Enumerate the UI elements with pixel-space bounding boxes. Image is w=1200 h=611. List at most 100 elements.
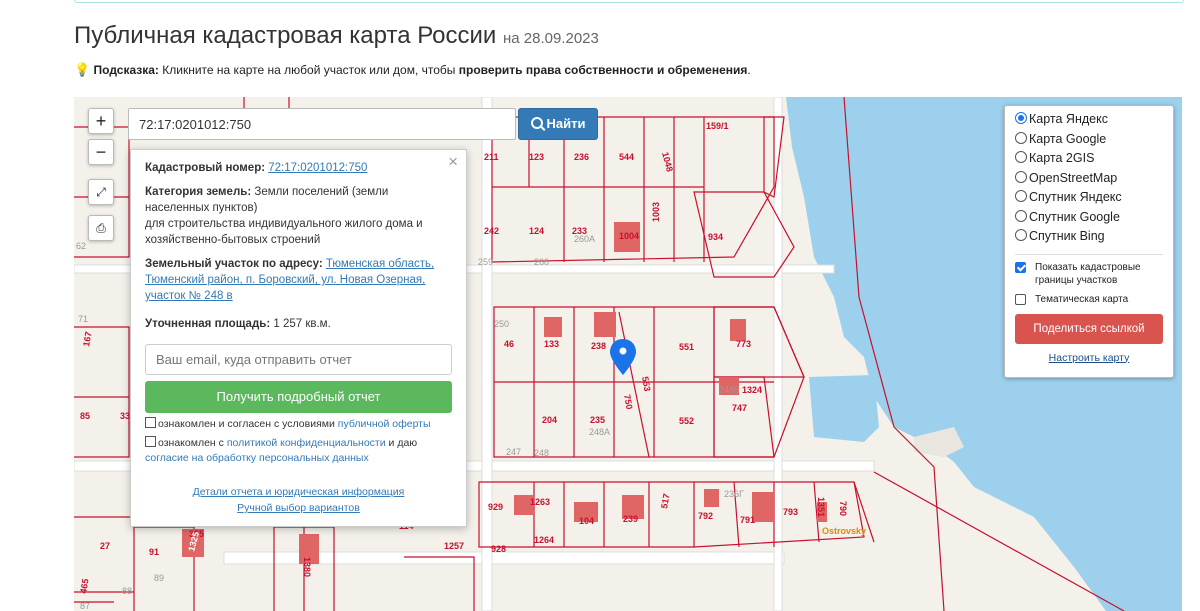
map-label: 242 bbox=[484, 226, 499, 236]
marker-dot bbox=[619, 347, 627, 355]
map-label: 544 bbox=[619, 152, 634, 162]
print-icon[interactable]: ⎙ bbox=[88, 215, 114, 241]
layer-option-google-satellite[interactable]: Спутник Google bbox=[1015, 209, 1163, 230]
map-label: 1257 bbox=[444, 541, 464, 551]
map-label: 62 bbox=[76, 241, 86, 251]
map-label: 248 bbox=[534, 448, 549, 458]
map-label: 239 bbox=[623, 514, 638, 524]
thematic-map-toggle[interactable]: Тематическая карта bbox=[1015, 293, 1163, 306]
manual-selection-link[interactable]: Ручной выбор вариантов bbox=[131, 500, 466, 516]
cadastral-label: Кадастровый номер: bbox=[145, 162, 266, 174]
water-bay bbox=[809, 375, 879, 442]
show-borders-toggle[interactable]: Показать кадастровые границы участков bbox=[1015, 261, 1163, 287]
configure-map-link[interactable]: Настроить карту bbox=[1015, 352, 1163, 364]
layer-label: Спутник Яндекс bbox=[1029, 190, 1122, 204]
fullscreen-icon[interactable]: ⤢ bbox=[88, 179, 114, 205]
get-report-button[interactable]: Получить подробный отчет bbox=[145, 381, 452, 413]
offer-agreement-checkbox-row: ознакомлен и согласен с условиями публич… bbox=[145, 417, 452, 432]
radio-icon[interactable] bbox=[1015, 209, 1027, 222]
layers-divider bbox=[1015, 253, 1163, 255]
radio-icon[interactable] bbox=[1015, 151, 1027, 163]
map-label: 248A bbox=[589, 427, 610, 437]
map-label: 773 bbox=[736, 339, 751, 349]
public-offer-link[interactable]: публичной оферты bbox=[338, 418, 431, 430]
radio-icon[interactable] bbox=[1015, 112, 1027, 124]
map-label: 27 bbox=[100, 541, 110, 551]
map-label: 250 bbox=[494, 319, 509, 329]
land-purpose: для строительства индивидуального жилого… bbox=[145, 218, 423, 246]
layer-label: Спутник Google bbox=[1029, 209, 1120, 224]
map-label: 204 bbox=[542, 415, 557, 425]
map-label: 159/1 bbox=[706, 121, 729, 131]
checkbox-checked-icon[interactable] bbox=[1015, 261, 1026, 273]
layer-option-osm[interactable]: OpenStreetMap bbox=[1015, 170, 1163, 191]
parcel-outline bbox=[713, 306, 805, 378]
personal-data-consent-link[interactable]: согласие на обработку персональных данны… bbox=[145, 452, 369, 464]
report-details-link[interactable]: Детали отчета и юридическая информация bbox=[131, 484, 466, 500]
map-label: 235 bbox=[590, 415, 605, 425]
map-label: 247 bbox=[506, 447, 521, 457]
privacy-policy-link[interactable]: политикой конфиденциальности bbox=[227, 437, 386, 449]
map-label: 211 bbox=[484, 152, 499, 162]
map-label: 928 bbox=[491, 544, 506, 554]
radio-icon[interactable] bbox=[1015, 170, 1027, 183]
area-value: 1 257 кв.м. bbox=[273, 318, 331, 330]
map-label: 259 bbox=[478, 257, 493, 267]
map-label: 260A bbox=[574, 234, 595, 244]
show-borders-label: Показать кадастровые границы участков bbox=[1035, 261, 1141, 286]
radio-icon[interactable] bbox=[1015, 229, 1027, 241]
cadastral-search-input[interactable] bbox=[128, 108, 516, 140]
map-layers-panel: Карта Яндекс Карта Google Карта 2GIS Ope… bbox=[1004, 105, 1174, 378]
layer-option-yandex-map[interactable]: Карта Яндекс bbox=[1015, 112, 1163, 132]
agree1-text: ознакомлен и согласен с условиями bbox=[158, 418, 335, 430]
building bbox=[544, 317, 562, 337]
email-field[interactable] bbox=[145, 344, 452, 375]
category-label: Категория земель: bbox=[145, 186, 252, 198]
agree2-mid: и даю bbox=[388, 437, 418, 449]
privacy-agreement-checkbox-row: ознакомлен с политикой конфиденциальност… bbox=[145, 436, 452, 466]
search-icon bbox=[530, 117, 543, 129]
privacy-checkbox[interactable] bbox=[145, 436, 156, 447]
page-date: на 28.09.2023 bbox=[503, 30, 599, 47]
map-label: 1324 bbox=[742, 385, 762, 395]
building bbox=[730, 319, 746, 341]
map-label: 87 bbox=[80, 601, 90, 611]
map-label: 793 bbox=[783, 507, 798, 517]
checkbox-icon[interactable] bbox=[1015, 293, 1026, 305]
land-category-row: Категория земель: Земли поселений (земли… bbox=[145, 184, 452, 248]
hint-line: 💡 Подсказка: Кликните на карте на любой … bbox=[74, 62, 751, 78]
map-label: 89 bbox=[154, 573, 164, 583]
lightbulb-icon: 💡 bbox=[74, 62, 91, 77]
layer-option-bing-satellite[interactable]: Спутник Bing bbox=[1015, 229, 1163, 249]
map-label: 46 bbox=[504, 339, 514, 349]
layer-label: Карта Яндекс bbox=[1029, 112, 1108, 126]
radio-icon[interactable] bbox=[1015, 190, 1027, 202]
search-button[interactable]: Найти bbox=[518, 108, 598, 140]
search-button-label: Найти bbox=[546, 116, 586, 131]
map-label: 750 bbox=[622, 394, 634, 411]
zoom-in-button[interactable]: + bbox=[88, 108, 114, 134]
radio-icon[interactable] bbox=[1015, 131, 1027, 144]
offer-checkbox[interactable] bbox=[145, 417, 156, 428]
road-vertical-2 bbox=[773, 97, 783, 611]
share-link-button[interactable]: Поделиться ссылкой bbox=[1015, 313, 1163, 344]
layer-option-google-map[interactable]: Карта Google bbox=[1015, 131, 1163, 152]
cadastral-number-link[interactable]: 72:17:0201012:750 bbox=[268, 162, 367, 174]
hint-label: Подсказка: bbox=[93, 63, 159, 77]
map-label: 133 bbox=[544, 339, 559, 349]
map-label: 791 bbox=[740, 515, 755, 525]
layer-option-2gis-map[interactable]: Карта 2GIS bbox=[1015, 151, 1163, 171]
road-vertical-1 bbox=[481, 97, 493, 611]
map-label: 1263 bbox=[530, 497, 550, 507]
map-label: 747 bbox=[732, 403, 747, 413]
map-label: 553 bbox=[640, 376, 652, 393]
map-label: 238 bbox=[591, 341, 606, 351]
hint-end: . bbox=[747, 63, 751, 77]
map-label: 552 bbox=[679, 416, 694, 426]
layer-option-yandex-satellite[interactable]: Спутник Яндекс bbox=[1015, 190, 1163, 210]
close-icon[interactable]: × bbox=[448, 152, 458, 172]
zoom-out-button[interactable]: − bbox=[88, 139, 114, 165]
cadastral-map[interactable]: 159/1 211 123 236 544 1048 242 124 233 1… bbox=[74, 97, 1182, 611]
map-label: 792 bbox=[698, 511, 713, 521]
map-label: 88 bbox=[122, 586, 132, 596]
